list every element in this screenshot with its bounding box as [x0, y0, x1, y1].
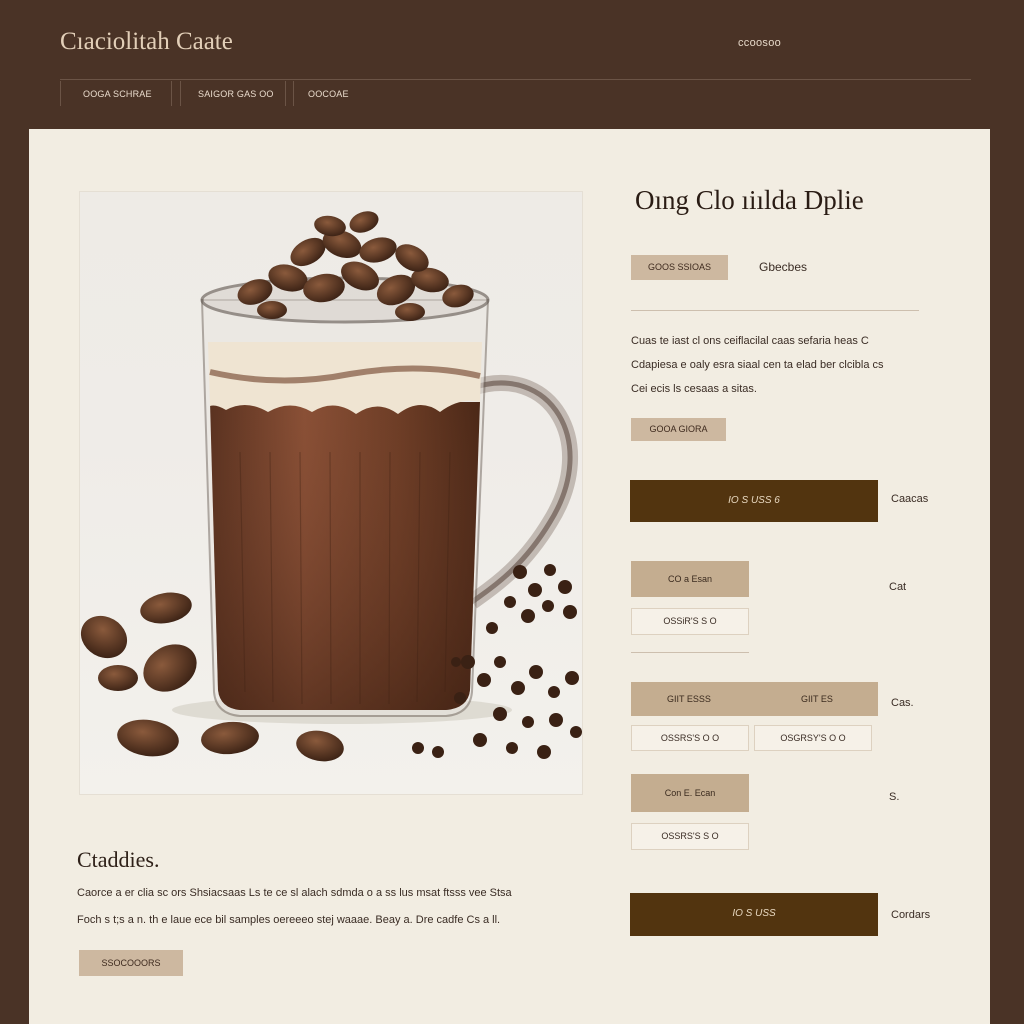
option-3-header[interactable]: Con E. Ecan — [631, 774, 749, 812]
section-body-line-2: Foch s t;s a n. th e laue ece bil sample… — [77, 914, 501, 926]
option-1-header[interactable]: CO a Esan — [631, 561, 749, 597]
content-panel: Ctaddies. Caorce a er clia sc ors Shsiac… — [29, 129, 990, 1024]
option-2-value-a[interactable]: OSSRS'S O O — [631, 725, 749, 751]
nav-item-1[interactable]: OOGA SCHRAE — [60, 81, 172, 106]
section-title: Ctaddies. — [77, 847, 160, 872]
add-to-cart-button[interactable]: IO S USS 6 — [630, 480, 878, 522]
header-link[interactable]: ccoosoo — [738, 37, 781, 49]
nav-item-3[interactable]: OOCOAE — [293, 81, 393, 106]
description-line-1: Cuas te iast cl ons ceiflacilal caas sef… — [631, 335, 869, 347]
option-2-header[interactable]: GIIT ESSS GIIT ES — [631, 682, 878, 716]
checkout-side-label: Cordars — [891, 909, 931, 921]
option-2-side-label: Cas. — [891, 697, 914, 709]
product-title: Oıng Clo ıiılda Dplie — [635, 185, 864, 215]
cta-side-label: Caacas — [891, 493, 929, 505]
options-divider — [631, 652, 749, 653]
tag-button[interactable]: GOOS SSIOAS — [631, 255, 728, 280]
brand-logo[interactable]: Cıaciolitah Caate — [60, 28, 233, 56]
description-line-2: Cdapiesa e oaly esra siaal cen ta elad b… — [631, 359, 884, 371]
description-line-3: Cei ecis ls cesaas a sitas. — [631, 383, 757, 395]
section-body-line-1: Caorce a er clia sc ors Shsiacsaas Ls te… — [77, 887, 512, 899]
title-divider — [631, 310, 919, 311]
option-2-header-a: GIIT ESSS — [667, 694, 711, 704]
option-2-header-b: GIIT ES — [801, 694, 833, 704]
description-button[interactable]: GOOA GIORA — [631, 418, 726, 441]
header-divider — [60, 79, 971, 80]
option-2-value-b[interactable]: OSGRSY'S O O — [754, 725, 872, 751]
product-image — [79, 191, 583, 795]
option-1-value[interactable]: OSSiR'S S O — [631, 608, 749, 635]
section-button[interactable]: SSOCOOORS — [79, 950, 183, 976]
nav-item-2[interactable]: SAIGOR GAS OO — [180, 81, 286, 106]
option-3-value[interactable]: OSSRS'S S O — [631, 823, 749, 850]
checkout-button[interactable]: IO S USS — [630, 893, 878, 936]
option-1-side-label: Cat — [889, 581, 907, 593]
tag-label: Gbecbes — [759, 260, 808, 274]
option-3-side-label: S. — [889, 791, 900, 803]
